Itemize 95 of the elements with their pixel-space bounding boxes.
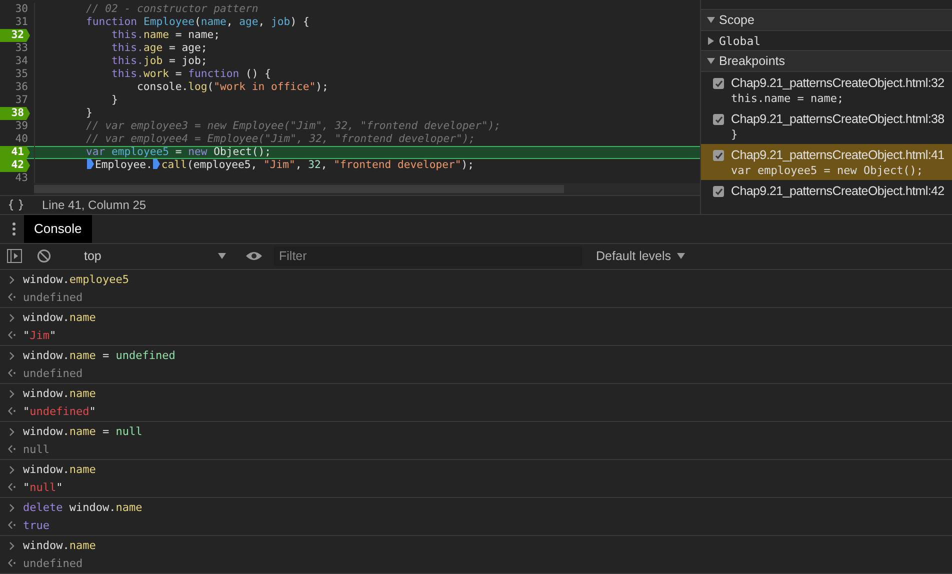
section-header[interactable]: Breakpoints [701, 51, 952, 72]
breakpoint-code: } [731, 128, 739, 141]
console-command-text: window.name = null [23, 425, 142, 438]
caret-icon [218, 253, 226, 260]
result-arrow-icon [8, 521, 16, 530]
line-number[interactable]: 43 [0, 172, 32, 185]
console-result-text: true [23, 518, 50, 532]
checkbox[interactable] [713, 114, 724, 125]
code-line: // 02 - constructor pattern [85, 3, 258, 16]
checkbox[interactable] [713, 78, 724, 89]
code-line: this.name = name; [110, 29, 220, 42]
console-result-text: "null" [23, 480, 63, 494]
step-marker-icon[interactable] [153, 159, 160, 169]
console-command-text: window.name = undefined [23, 349, 176, 362]
breakpoint-line-number[interactable]: 41 [0, 146, 30, 159]
prompt-chevron-icon [8, 466, 16, 474]
collapse-triangle-icon[interactable] [707, 16, 715, 24]
console-command-text: window.name [23, 539, 96, 552]
filter-field[interactable]: Filter [274, 246, 582, 266]
prompt-chevron-icon [8, 276, 16, 284]
console-result-text: undefined [23, 556, 83, 570]
code-line: console.log("work in office"); [136, 81, 328, 94]
eye-icon[interactable] [246, 251, 262, 262]
cursor-position: Line 41, Column 25 [42, 198, 146, 212]
result-arrow-icon [8, 293, 16, 302]
section-header[interactable]: Scope [701, 10, 952, 31]
console-result-text: null [23, 442, 50, 456]
line-number[interactable]: 39 [0, 120, 32, 133]
line-number[interactable]: 37 [0, 94, 32, 107]
clear-console-icon[interactable] [37, 249, 51, 264]
scrollbar-thumb[interactable] [34, 185, 564, 193]
code-line: Employee. call(employee5, "Jim", 32, "frontend developer"); [35, 159, 474, 172]
console-result-text: "Jim" [23, 328, 56, 342]
expand-triangle-icon[interactable] [707, 36, 715, 44]
line-number[interactable]: 30 [0, 3, 32, 16]
prompt-chevron-icon [8, 542, 16, 550]
code-line: } [85, 107, 92, 120]
line-number[interactable]: 40 [0, 133, 32, 146]
breakpoint-location: Chap9.21_patternsCreateObject.html:38 [731, 112, 944, 126]
console-command-text: window.name [23, 463, 96, 476]
console-tab[interactable]: Console [24, 214, 92, 243]
breakpoint-location: Chap9.21_patternsCreateObject.html:41 [731, 148, 944, 162]
result-arrow-icon [8, 369, 16, 378]
breakpoint-code: this.name = name; [731, 92, 845, 105]
breakpoint-line-number[interactable]: 38 [0, 107, 30, 120]
prompt-chevron-icon [8, 428, 16, 436]
sidebar-toggle-icon[interactable] [7, 249, 22, 264]
breakpoint-code: var employee5 = new Object(); [731, 164, 924, 177]
line-number[interactable]: 34 [0, 55, 32, 68]
console-result-text: undefined [23, 366, 83, 380]
line-number[interactable]: 36 [0, 81, 32, 94]
breakpoint-location: Chap9.21_patternsCreateObject.html:42 [731, 184, 944, 198]
breakpoint-line-number[interactable]: 32 [0, 29, 30, 42]
collapse-triangle-icon[interactable] [707, 57, 715, 65]
console-command-text: window.name [23, 311, 96, 324]
prompt-chevron-icon [8, 314, 16, 322]
result-arrow-icon [8, 483, 16, 492]
breakpoint-item[interactable]: Chap9.21_patternsCreateObject.html:42 [701, 180, 952, 201]
result-arrow-icon [8, 407, 16, 416]
breakpoint-item[interactable]: Chap9.21_patternsCreateObject.html:32 this.name = name; [701, 72, 952, 108]
breakpoint-item[interactable]: Chap9.21_patternsCreateObject.html:41 var employee5 = new Object(); [701, 144, 952, 180]
pretty-print-icon[interactable] [8, 198, 24, 211]
context-selector[interactable]: top [66, 249, 226, 264]
console-command-text: window.employee5 [23, 273, 129, 286]
code-line: // var employee4 = Employee("Jim", 32, "frontend developer"); [85, 133, 476, 146]
more-options-icon[interactable] [12, 222, 16, 236]
console-command-text: delete window.name [23, 501, 142, 514]
breakpoint-location: Chap9.21_patternsCreateObject.html:32 [731, 76, 944, 90]
checkbox[interactable] [713, 150, 724, 161]
console-result-text: "undefined" [23, 404, 96, 418]
code-line: var employee5 = new Object(); [85, 146, 272, 159]
line-number[interactable]: 35 [0, 68, 32, 81]
code-line: this.age = age; [110, 42, 208, 55]
checkbox[interactable] [713, 186, 724, 197]
line-number[interactable]: 33 [0, 42, 32, 55]
result-arrow-icon [8, 445, 16, 454]
log-levels-dropdown[interactable]: Default levels [590, 248, 692, 264]
code-line: function Employee(name, age, job) { [85, 16, 310, 29]
code-line: this.job = job; [110, 55, 208, 68]
code-line: this.work = function () { [110, 68, 272, 81]
result-arrow-icon [8, 331, 16, 340]
line-number[interactable]: 31 [0, 16, 32, 29]
code-editor[interactable] [0, 0, 700, 195]
console-result-text: undefined [23, 290, 83, 304]
prompt-chevron-icon [8, 504, 16, 512]
result-arrow-icon [8, 559, 16, 568]
breakpoint-line-number[interactable]: 42 [0, 159, 30, 172]
prompt-chevron-icon [8, 390, 16, 398]
step-marker-icon[interactable] [87, 159, 94, 169]
caret-icon [677, 253, 686, 260]
code-line: // var employee3 = new Employee("Jim", 32, "frontend developer"); [85, 120, 501, 133]
prompt-chevron-icon [8, 352, 16, 360]
breakpoint-item[interactable]: Chap9.21_patternsCreateObject.html:38 } [701, 108, 952, 144]
code-line: } [110, 94, 118, 107]
console-command-text: window.name [23, 387, 96, 400]
